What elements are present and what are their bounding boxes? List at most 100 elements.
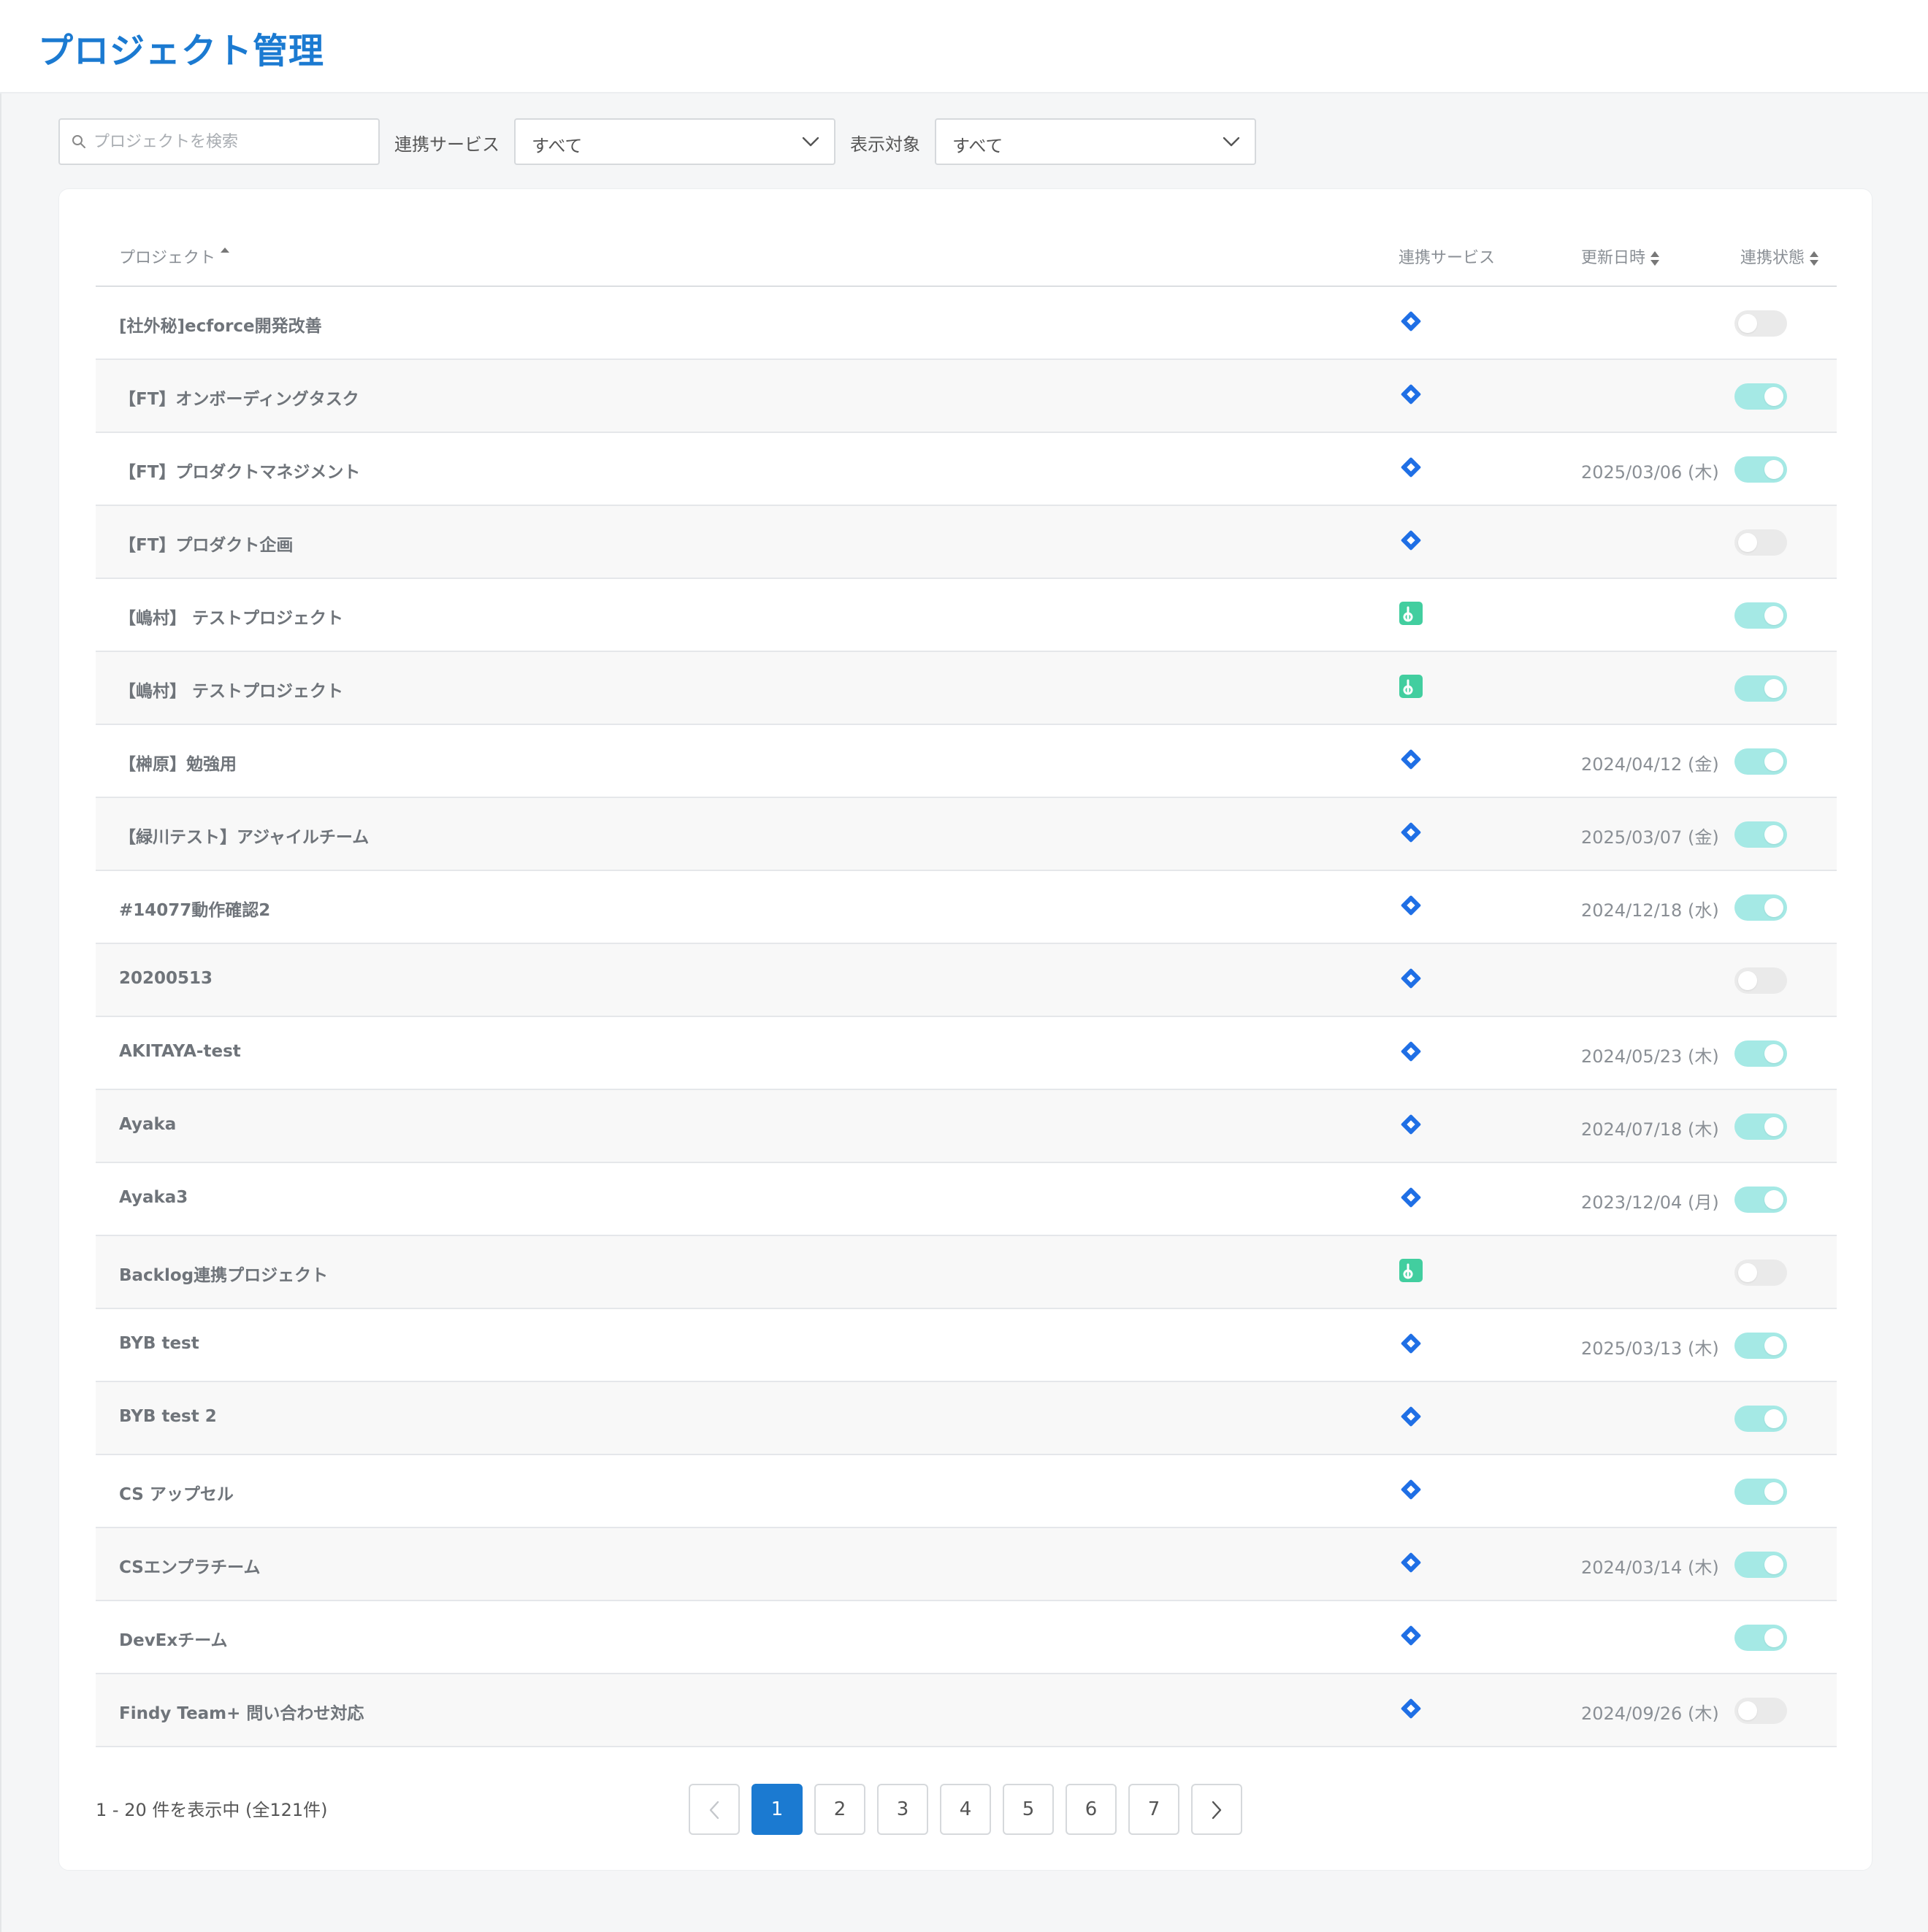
table-row[interactable]: 【榊原】勉強用 2024/04/12 (金) — [96, 725, 1837, 798]
page-button-3[interactable]: 3 — [877, 1784, 928, 1835]
page-button-4[interactable]: 4 — [940, 1784, 991, 1835]
table-row[interactable]: 【嶋村】 テストプロジェクト — [96, 579, 1837, 652]
integration-toggle[interactable] — [1734, 1698, 1787, 1724]
search-input[interactable] — [93, 126, 371, 158]
project-name: #14077動作確認2 — [119, 901, 271, 920]
integration-toggle[interactable] — [1734, 894, 1787, 921]
jira-icon — [1399, 747, 1423, 772]
column-header-service: 連携サービス — [1399, 249, 1496, 267]
toggle-knob — [1764, 679, 1783, 698]
project-name: BYB test — [119, 1334, 199, 1353]
integration-toggle[interactable] — [1734, 1552, 1787, 1578]
target-filter-select[interactable]: すべて — [935, 118, 1256, 165]
chevron-down-icon — [802, 137, 819, 147]
project-name: 【嶋村】 テストプロジェクト — [119, 682, 344, 701]
project-list-card: プロジェクト 連携サービス 更新日時 連携状態 [社外秘]ecforce開発改善… — [58, 188, 1872, 1871]
page-title: プロジェクト管理 — [38, 31, 325, 72]
search-box[interactable] — [58, 118, 380, 165]
next-page-button[interactable] — [1191, 1784, 1242, 1835]
table-row[interactable]: BYB test 2 — [96, 1382, 1837, 1455]
table-row[interactable]: 【FT】プロダクトマネジメント 2025/03/06 (木) — [96, 433, 1837, 506]
table-row[interactable]: 【FT】オンボーディングタスク — [96, 360, 1837, 433]
integration-toggle[interactable] — [1734, 821, 1787, 848]
toggle-knob — [1764, 1336, 1783, 1355]
project-name: 【FT】プロダクト企画 — [119, 536, 294, 555]
integration-toggle[interactable] — [1734, 1333, 1787, 1359]
toggle-knob — [1764, 1117, 1783, 1136]
toggle-knob — [1764, 1555, 1783, 1574]
table-row[interactable]: 【嶋村】 テストプロジェクト — [96, 652, 1837, 725]
integration-toggle[interactable] — [1734, 383, 1787, 410]
toggle-knob — [1738, 314, 1757, 333]
table-row[interactable]: CSエンプラチーム 2024/03/14 (木) — [96, 1528, 1837, 1601]
page-button-7[interactable]: 7 — [1128, 1784, 1179, 1835]
project-name: AKITAYA-test — [119, 1042, 241, 1061]
table-row[interactable]: Ayaka3 2023/12/04 (月) — [96, 1163, 1837, 1236]
updated-date: 2025/03/13 (木) — [1581, 1338, 1719, 1359]
integration-toggle[interactable] — [1734, 1113, 1787, 1140]
jira-icon — [1399, 1185, 1423, 1210]
integration-toggle[interactable] — [1734, 967, 1787, 994]
project-name: 【FT】オンボーディングタスク — [119, 390, 359, 409]
integration-toggle[interactable] — [1734, 1040, 1787, 1067]
project-name: CS アップセル — [119, 1485, 234, 1504]
jira-icon — [1399, 1477, 1423, 1502]
table-row[interactable]: 20200513 — [96, 944, 1837, 1017]
jira-icon — [1399, 455, 1423, 480]
updated-date: 2024/09/26 (木) — [1581, 1703, 1719, 1724]
integration-toggle[interactable] — [1734, 1187, 1787, 1213]
toggle-knob — [1764, 387, 1783, 406]
updated-date: 2024/07/18 (木) — [1581, 1119, 1719, 1140]
table-row[interactable]: 【FT】プロダクト企画 — [96, 506, 1837, 579]
service-filter-label: 連携サービス — [394, 134, 500, 155]
prev-page-button[interactable] — [689, 1784, 740, 1835]
backlog-icon — [1399, 601, 1423, 626]
toggle-knob — [1738, 1701, 1757, 1720]
jira-icon — [1399, 1550, 1423, 1575]
integration-toggle[interactable] — [1734, 529, 1787, 556]
table-header: プロジェクト 連携サービス 更新日時 連携状態 — [96, 226, 1837, 287]
page-button-6[interactable]: 6 — [1066, 1784, 1117, 1835]
table-row[interactable]: Backlog連携プロジェクト — [96, 1236, 1837, 1309]
service-filter-select[interactable]: すべて — [514, 118, 835, 165]
integration-toggle[interactable] — [1734, 675, 1787, 702]
updated-date: 2025/03/06 (木) — [1581, 462, 1719, 483]
jira-icon — [1399, 1404, 1423, 1429]
table-row[interactable]: CS アップセル — [96, 1455, 1837, 1528]
table-row[interactable]: [社外秘]ecforce開発改善 — [96, 287, 1837, 360]
sort-icon — [1650, 251, 1660, 266]
table-row[interactable]: Findy Team+ 問い合わせ対応 2024/09/26 (木) — [96, 1674, 1837, 1747]
table-row[interactable]: BYB test 2025/03/13 (木) — [96, 1309, 1837, 1382]
page-button-2[interactable]: 2 — [814, 1784, 865, 1835]
result-count: 1 - 20 件を表示中 (全121件) — [96, 1800, 328, 1820]
jira-icon — [1399, 382, 1423, 407]
project-name: CSエンプラチーム — [119, 1558, 261, 1577]
toggle-knob — [1764, 1044, 1783, 1063]
page-button-5[interactable]: 5 — [1003, 1784, 1054, 1835]
integration-toggle[interactable] — [1734, 310, 1787, 337]
table-row[interactable]: AKITAYA-test 2024/05/23 (木) — [96, 1017, 1837, 1090]
target-filter-label: 表示対象 — [850, 134, 920, 155]
column-header-status[interactable]: 連携状態 — [1740, 245, 1819, 268]
integration-toggle[interactable] — [1734, 1625, 1787, 1651]
integration-toggle[interactable] — [1734, 1479, 1787, 1505]
table-row[interactable]: 【緑川テスト】アジャイルチーム 2025/03/07 (金) — [96, 798, 1837, 871]
column-header-project[interactable]: プロジェクト — [119, 245, 230, 268]
integration-toggle[interactable] — [1734, 1260, 1787, 1286]
page-button-1[interactable]: 1 — [751, 1784, 803, 1835]
integration-toggle[interactable] — [1734, 748, 1787, 775]
jira-icon — [1399, 820, 1423, 845]
sort-asc-icon — [221, 248, 230, 253]
integration-toggle[interactable] — [1734, 456, 1787, 483]
integration-toggle[interactable] — [1734, 1406, 1787, 1432]
project-name: 20200513 — [119, 969, 213, 988]
table-row[interactable]: #14077動作確認2 2024/12/18 (水) — [96, 871, 1837, 944]
sort-icon — [1810, 251, 1819, 266]
table-row[interactable]: DevExチーム — [96, 1601, 1837, 1674]
integration-toggle[interactable] — [1734, 602, 1787, 629]
project-name: Findy Team+ 問い合わせ対応 — [119, 1704, 364, 1723]
table-row[interactable]: Ayaka 2024/07/18 (木) — [96, 1090, 1837, 1163]
toggle-knob — [1764, 606, 1783, 625]
page-header: プロジェクト管理 — [0, 0, 1928, 93]
column-header-updated[interactable]: 更新日時 — [1581, 245, 1660, 268]
